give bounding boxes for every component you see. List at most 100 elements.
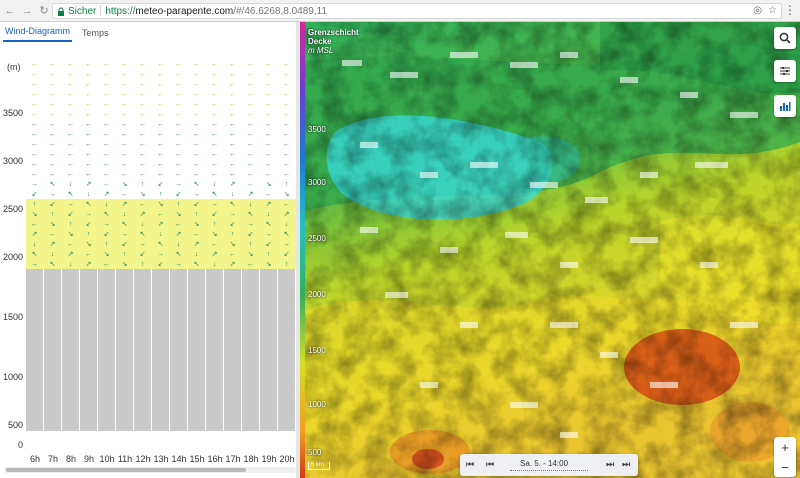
next-step-icon[interactable]: ⏭ bbox=[606, 459, 614, 470]
wind-cell: ← bbox=[98, 79, 116, 89]
wind-arrow-icon: ↑ bbox=[194, 210, 199, 218]
wind-arrow-icon: ← bbox=[247, 60, 254, 68]
url-text[interactable]: https://meteo-parapente.com/#/46.6268,8.… bbox=[105, 6, 327, 17]
wind-arrow-icon: ↖ bbox=[193, 180, 200, 188]
wind-cell: ← bbox=[80, 149, 98, 159]
map-chart-button[interactable] bbox=[774, 95, 796, 117]
altitude-tick: 1500 bbox=[2, 312, 23, 322]
wind-arrow-icon: ← bbox=[49, 120, 56, 128]
wind-arrow-icon: ↗ bbox=[229, 260, 236, 268]
tab-temps[interactable]: Temps bbox=[80, 28, 111, 42]
wind-arrow-icon: ← bbox=[121, 160, 128, 168]
wind-arrow-icon: ← bbox=[49, 90, 56, 98]
wind-arrow-icon: ← bbox=[229, 110, 236, 118]
wind-cell: ↗ bbox=[80, 179, 98, 189]
wind-arrow-icon: ↘ bbox=[265, 180, 272, 188]
wind-cell: ↙ bbox=[62, 209, 80, 219]
reload-icon[interactable]: ↻ bbox=[37, 4, 51, 18]
wind-arrow-icon: ← bbox=[103, 170, 110, 178]
wind-cell: ← bbox=[62, 149, 80, 159]
browser-menu-icon[interactable]: ⋮ bbox=[784, 4, 796, 16]
wind-arrow-icon: ← bbox=[121, 190, 128, 198]
wind-arrow-icon: ← bbox=[229, 130, 236, 138]
wind-arrow-icon: ← bbox=[67, 160, 74, 168]
last-step-icon[interactable]: ⏭ bbox=[622, 459, 630, 470]
place-label bbox=[560, 432, 578, 438]
wind-cell: ← bbox=[98, 179, 116, 189]
hour-column: ← ← ← ← ← ← ← ← ← ← ← ← → ↙ ↑ ↘ ← ↗ ↓ ↖ → bbox=[170, 59, 188, 431]
wind-arrow-icon: ← bbox=[49, 60, 56, 68]
wind-cell: ← bbox=[188, 119, 206, 129]
wind-cell: ← bbox=[152, 129, 170, 139]
wind-arrow-icon: → bbox=[31, 180, 38, 188]
address-bar[interactable]: Sicher https://meteo-parapente.com/#/46.… bbox=[52, 3, 782, 19]
wind-arrow-icon: ↙ bbox=[157, 180, 164, 188]
time-slider[interactable]: ⏮ ⏮︎ Sa. 5. - 14:00 ⏭ ⏭ bbox=[460, 454, 638, 476]
wind-cell: → bbox=[224, 209, 242, 219]
wind-cell: ← bbox=[224, 79, 242, 89]
wind-arrow-icon: ← bbox=[139, 70, 146, 78]
wind-arrow-icon: ← bbox=[85, 140, 92, 148]
wind-cell: ↓ bbox=[62, 259, 80, 269]
wind-cell: ← bbox=[170, 59, 188, 69]
altitude-tick: 2000 bbox=[2, 252, 23, 262]
wind-grid[interactable]: ← ← ← ← ← ← ← ← ← ← ← ← → ↙ ↑ ↘ ← ↗ ↓ ↖ → ← ← ← ← ← ← ← ← ← ← ← ← ↖ → ↙ ↑ ↘ ← ↗… bbox=[26, 59, 296, 431]
wind-cell: ← bbox=[116, 149, 134, 159]
wind-cell: ← bbox=[26, 129, 44, 139]
wind-arrow-icon: ← bbox=[193, 60, 200, 68]
secure-indicator[interactable]: Sicher bbox=[53, 6, 96, 17]
map-altitude-label: 1500 bbox=[308, 346, 326, 355]
wind-arrow-icon: ← bbox=[85, 70, 92, 78]
wind-cell: ↙ bbox=[206, 209, 224, 219]
wind-cell: ← bbox=[80, 139, 98, 149]
wind-arrow-icon: ← bbox=[175, 80, 182, 88]
wind-arrow-icon: ← bbox=[193, 160, 200, 168]
wind-arrow-icon: ← bbox=[283, 130, 290, 138]
wind-cell: ↘ bbox=[260, 259, 278, 269]
zoom-out-button[interactable]: − bbox=[774, 457, 796, 477]
wind-arrow-icon: ← bbox=[283, 170, 290, 178]
wind-arrow-icon: ← bbox=[211, 160, 218, 168]
wind-arrow-icon: ← bbox=[85, 130, 92, 138]
wind-arrow-icon: ↑ bbox=[86, 230, 91, 238]
place-label bbox=[560, 262, 578, 268]
wind-cell: ↖ bbox=[188, 179, 206, 189]
map-search-button[interactable] bbox=[774, 27, 796, 49]
wind-arrow-icon: ← bbox=[139, 60, 146, 68]
wind-arrow-icon: ↖ bbox=[265, 220, 272, 228]
wind-arrow-icon: ← bbox=[193, 120, 200, 128]
wind-cell: ↗ bbox=[134, 209, 152, 219]
wind-arrow-icon: ← bbox=[175, 60, 182, 68]
wind-arrow-icon: ← bbox=[139, 80, 146, 88]
first-step-icon[interactable]: ⏮ bbox=[466, 459, 474, 470]
wind-arrow-icon: ← bbox=[31, 110, 38, 118]
wind-cell: ↖ bbox=[188, 259, 206, 269]
altitude-axis: 3500 3000 2500 2000 1500 1000 500 0 bbox=[0, 22, 26, 478]
wind-arrow-icon: ↗ bbox=[103, 190, 110, 198]
scrollbar-thumb[interactable] bbox=[6, 468, 246, 472]
prev-step-icon[interactable]: ⏮︎ bbox=[486, 459, 494, 470]
wind-arrow-icon: ← bbox=[49, 140, 56, 148]
time-track[interactable] bbox=[510, 470, 588, 471]
forecast-map[interactable]: Grenzschicht Decke m MSL 3500 3000 2500 200… bbox=[300, 22, 800, 478]
wind-cell: ← bbox=[26, 159, 44, 169]
wind-cell: ← bbox=[260, 119, 278, 129]
wind-cell: ← bbox=[170, 149, 188, 159]
bookmark-star-icon[interactable]: ☆ bbox=[768, 5, 777, 16]
hour-label: 16h bbox=[207, 454, 223, 464]
location-icon[interactable]: ◎ bbox=[753, 5, 762, 16]
wind-cell: ← bbox=[26, 119, 44, 129]
back-icon[interactable]: ← bbox=[3, 4, 17, 18]
forward-icon[interactable]: → bbox=[20, 4, 34, 18]
zoom-in-button[interactable]: + bbox=[774, 437, 796, 457]
wind-arrow-icon: ← bbox=[247, 140, 254, 148]
wind-cell: ↓ bbox=[224, 189, 242, 199]
map-settings-button[interactable] bbox=[774, 60, 796, 82]
wind-cell: ↖ bbox=[170, 249, 188, 259]
wind-cell: ← bbox=[116, 59, 134, 69]
wind-arrow-icon: → bbox=[193, 190, 200, 198]
hour-axis: 6h 7h 8h 9h 10h 11h 12h 13h 14h 15h 16h 17h 18h 19h 20… bbox=[26, 454, 296, 468]
wind-arrow-icon: ↗ bbox=[49, 240, 56, 248]
wind-arrow-icon: ← bbox=[283, 140, 290, 148]
horizontal-scrollbar[interactable] bbox=[4, 467, 296, 473]
